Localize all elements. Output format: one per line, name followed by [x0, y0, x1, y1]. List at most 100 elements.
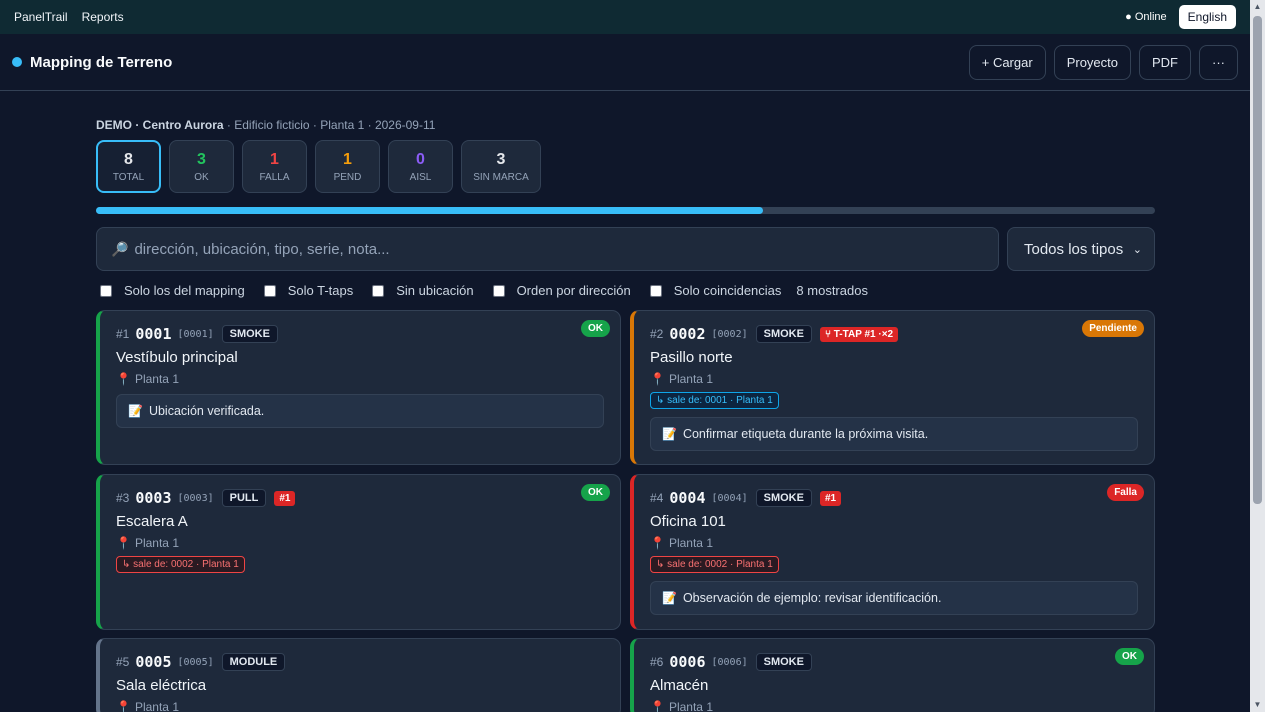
checkbox[interactable] [100, 284, 112, 297]
stats-row: 8 TOTAL 3 OK 1 FALLA 1 PEND 0 AISL 3 SIN MARCA [96, 140, 1155, 193]
filter-1[interactable]: Solo los del mapping [96, 283, 245, 298]
progress-bar [96, 207, 1155, 214]
card-serial: [0001] [177, 328, 214, 340]
card-code: 0006 [669, 653, 706, 671]
stat-count: 3 [496, 150, 506, 168]
filter-label: Orden por dirección [516, 283, 631, 298]
card-index: #5 [116, 655, 130, 669]
nav-link-reports[interactable]: Reports [82, 10, 124, 24]
filter-row: Solo los del mapping Solo T-taps Sin ubica… [96, 283, 1155, 298]
card-serial: [0005] [177, 656, 214, 668]
card-name: Almacén [650, 677, 709, 694]
checkbox[interactable] [649, 284, 662, 297]
device-card[interactable]: #2 0002 [0002] SMOKE ⑂ T-TAP #1 ·×2 Pendie… [630, 310, 1155, 465]
type-badge: SMOKE [221, 325, 278, 343]
chevron-down-icon: ⌄ [1132, 243, 1142, 256]
card-index: #2 [650, 327, 664, 341]
stat-label: PEND [333, 171, 362, 183]
note-text: Ubicación verificada. [148, 404, 265, 418]
card-name: Pasillo norte [650, 349, 733, 366]
pin-icon: 📍 [116, 700, 131, 712]
more-button[interactable]: ··· [1199, 44, 1238, 80]
card-name: Oficina 101 [650, 513, 726, 530]
search-icon: 🔎 [111, 240, 129, 257]
stat-ok[interactable]: 3 OK [169, 140, 234, 193]
scroll-up-icon[interactable]: ▲ [1253, 2, 1262, 12]
device-card[interactable]: #3 0003 [0003] PULL #1 OK Escalera A 📍 Planta… [96, 474, 621, 630]
device-card[interactable]: #4 0004 [0004] SMOKE #1 Falla Oficina 101 📍 P… [630, 474, 1155, 630]
status-badge: OK [581, 320, 610, 337]
stat-aisl[interactable]: 0 AISL [388, 140, 453, 193]
note-icon: 📝 [662, 591, 677, 605]
card-code: 0005 [135, 653, 172, 671]
project-demo-name: DEMO · Centro Aurora [96, 118, 224, 132]
type-badge: MODULE [221, 653, 286, 671]
filter-label: Sin ubicación [396, 283, 474, 298]
scrollbar-thumb[interactable] [1253, 16, 1262, 504]
project-button[interactable]: Proyecto [1053, 44, 1131, 80]
filter-2[interactable]: Solo T-taps [260, 283, 353, 298]
stat-pend[interactable]: 1 PEND [315, 140, 380, 193]
search-input[interactable]: 🔎 dirección, ubicación, tipo, serie, not… [96, 227, 999, 271]
top-bar: PanelTrail Reports ● Online English [0, 0, 1250, 34]
card-location: 📍 Planta 1 [650, 536, 1138, 550]
device-card[interactable]: #5 0005 [0005] MODULE Sala eléctrica 📍 Plan… [96, 638, 621, 712]
filter-4[interactable]: Orden por dirección [489, 283, 631, 298]
stat-total[interactable]: 8 TOTAL [96, 140, 161, 193]
ttap-badge: #1 [274, 490, 296, 506]
progress-fill [96, 207, 764, 214]
card-note: 📝 Ubicación verificada. [116, 394, 604, 428]
stat-label: OK [194, 171, 209, 183]
checkbox[interactable] [492, 284, 505, 297]
scroll-down-icon[interactable]: ▼ [1253, 700, 1262, 710]
shown-count: 8 mostrados [796, 283, 868, 298]
checkbox[interactable] [372, 284, 385, 297]
filter-3[interactable]: Sin ubicación [368, 283, 474, 298]
type-badge: PULL [221, 489, 267, 507]
location-text: Planta 1 [668, 536, 713, 550]
stat-label: AISL [409, 171, 432, 183]
card-index: #1 [116, 327, 130, 341]
status-badge: Falla [1107, 484, 1144, 501]
device-card[interactable]: #6 0006 [0006] SMOKE OK Almacén 📍 Planta 1 [630, 638, 1155, 712]
page-title: Mapping de Terreno [30, 53, 173, 71]
device-card[interactable]: #1 0001 [0001] SMOKE OK Vestíbulo principa… [96, 310, 621, 465]
type-badge: SMOKE [755, 653, 812, 671]
stat-falla[interactable]: 1 FALLA [242, 140, 307, 193]
stat-count: 3 [197, 150, 206, 168]
ttap-badge: #1 [819, 490, 842, 506]
card-note: 📝 Confirmar etiqueta durante la próxima v… [650, 417, 1138, 451]
language-button[interactable]: English [1178, 5, 1236, 29]
stat-count: 1 [270, 150, 279, 168]
source-link[interactable]: ↳ sale de: 0002 · Planta 1 [116, 556, 245, 573]
type-badge: SMOKE [755, 489, 812, 507]
card-serial: [0004] [711, 492, 748, 504]
source-link[interactable]: ↳ sale de: 0002 · Planta 1 [650, 556, 779, 573]
card-code: 0001 [135, 325, 172, 343]
stat-count: 1 [343, 150, 352, 168]
note-icon: 📝 [662, 427, 677, 441]
online-status: ● Online [1125, 11, 1167, 23]
type-select[interactable]: Todos los tipos ⌄ [1007, 227, 1155, 271]
pdf-button[interactable]: PDF [1139, 44, 1191, 80]
stat-count: 8 [124, 150, 133, 168]
project-details: · Edificio ficticio · Planta 1 · 2026-09… [223, 118, 436, 132]
filter-label: Solo coincidencias [673, 283, 782, 298]
checkbox[interactable] [263, 284, 276, 297]
card-location: 📍 Planta 1 [650, 700, 1138, 712]
load-button[interactable]: + Cargar [968, 44, 1046, 80]
filter-5[interactable]: Solo coincidencias [646, 283, 782, 298]
card-name: Vestíbulo principal [116, 349, 238, 366]
stat-sin-marca[interactable]: 3 SIN MARCA [461, 140, 541, 193]
card-location: 📍 Planta 1 [116, 700, 604, 712]
source-link[interactable]: ↳ sale de: 0001 · Planta 1 [650, 392, 779, 409]
card-name: Escalera A [116, 513, 188, 530]
card-code: 0002 [669, 325, 706, 343]
scrollbar[interactable]: ▲ ▼ [1250, 0, 1265, 712]
card-code: 0003 [135, 489, 172, 507]
pin-icon: 📍 [650, 372, 665, 386]
stat-label: FALLA [259, 171, 290, 183]
location-text: Planta 1 [668, 372, 713, 386]
nav-link-paneltrail[interactable]: PanelTrail [14, 10, 68, 24]
project-meta: DEMO · Centro Aurora · Edificio ficticio… [96, 118, 1155, 132]
